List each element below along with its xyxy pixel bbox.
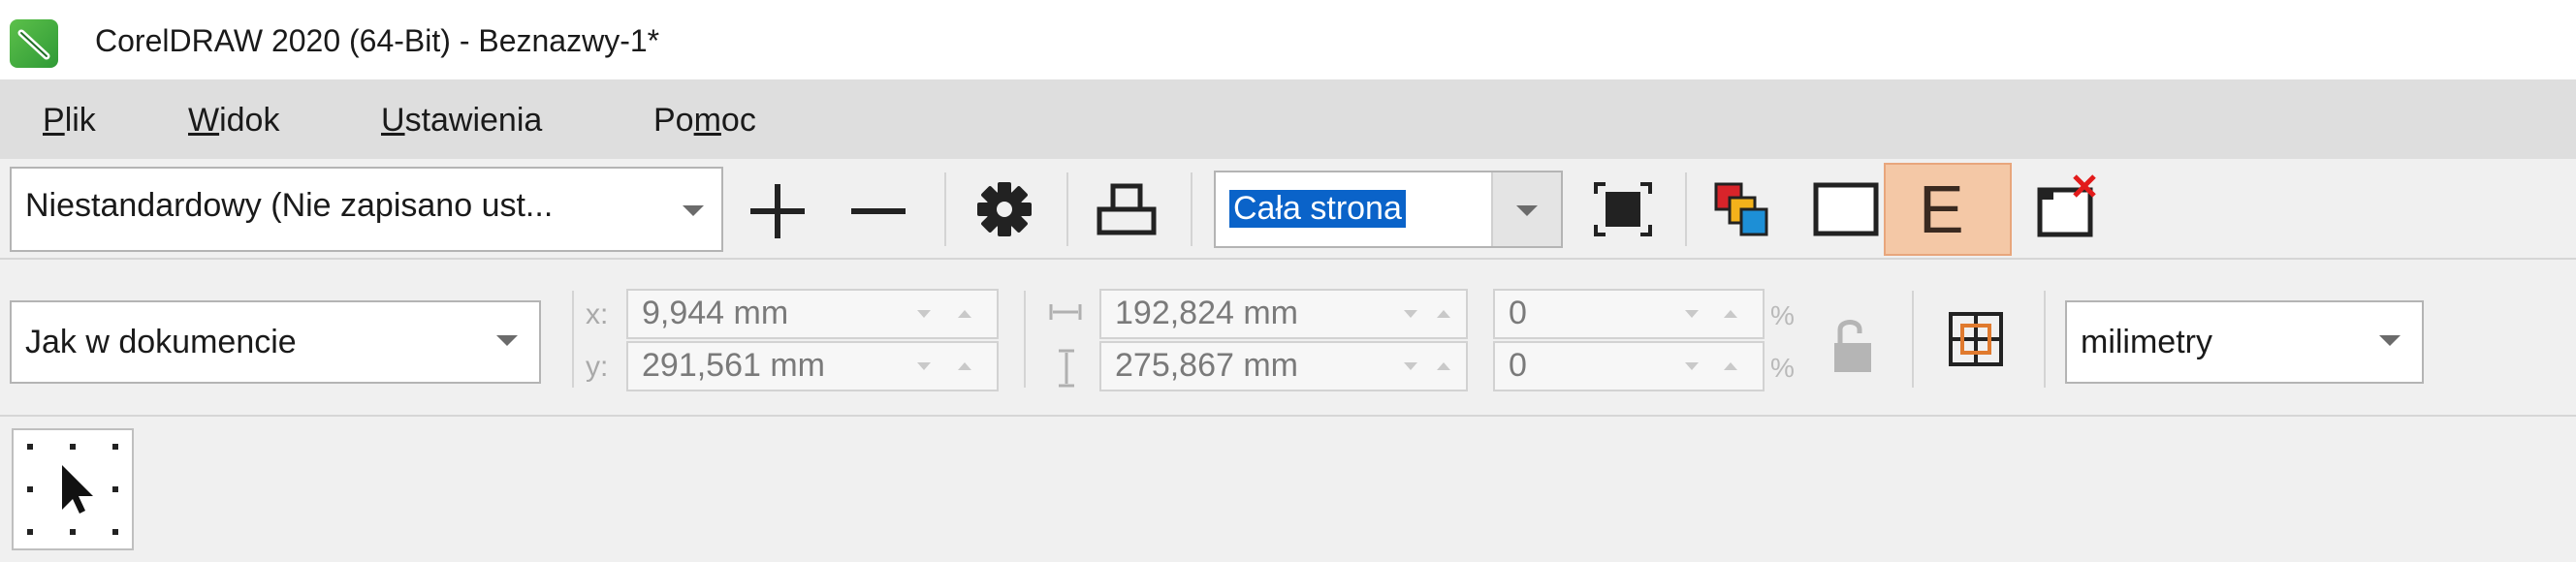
x-position-field[interactable]: 9,944 mm (626, 289, 999, 339)
window-title: CorelDRAW 2020 (64-Bit) - Beznazwy-1* (95, 23, 660, 58)
pick-tool-icon (27, 444, 118, 535)
width-icon (1049, 304, 1082, 320)
percent-label: % (1770, 300, 1795, 330)
spin-down-icon[interactable] (1685, 362, 1699, 370)
preset-dropdown[interactable]: Niestandardowy (Nie zapisano ust... (10, 167, 723, 252)
spin-up-icon[interactable] (958, 310, 971, 318)
spin-up-icon[interactable] (1724, 362, 1737, 370)
spin-down-icon[interactable] (917, 362, 931, 370)
separator (1912, 291, 1914, 388)
gear-icon[interactable] (973, 178, 1035, 240)
units-value: milimetry (2081, 324, 2212, 360)
chevron-down-icon (1516, 205, 1538, 216)
menu-file[interactable]: Plik (43, 99, 96, 141)
x-position-value: 9,944 mm (642, 295, 789, 331)
separator (1191, 172, 1193, 246)
preset-value: Niestandardowy (Nie zapisano ust... (25, 187, 554, 224)
x-label: x: (586, 298, 609, 330)
menu-settings[interactable]: Ustawienia (381, 99, 542, 141)
chevron-down-icon (683, 205, 704, 216)
coreldraw-app-icon (10, 19, 58, 68)
spin-up-icon[interactable] (1724, 310, 1737, 318)
y-position-field[interactable]: 291,561 mm (626, 341, 999, 391)
spin-down-icon[interactable] (917, 310, 931, 318)
minus-icon[interactable] (849, 182, 907, 240)
enable-preview-icon: E (1919, 172, 1964, 247)
width-field[interactable]: 192,824 mm (1099, 289, 1468, 339)
chevron-down-icon (2379, 335, 2401, 346)
y-position-value: 291,561 mm (642, 347, 825, 384)
scale-y-field[interactable]: 0 (1493, 341, 1765, 391)
plus-icon[interactable] (748, 182, 807, 240)
separator (2044, 291, 2046, 388)
print-preview-toolbar: Niestandardowy (Nie zapisano ust... Cała… (0, 159, 2576, 260)
spin-down-icon[interactable] (1685, 310, 1699, 318)
pick-tool-button[interactable] (12, 428, 134, 550)
title-bar: CorelDRAW 2020 (64-Bit) - Beznazwy-1* (0, 0, 2576, 79)
chevron-down-icon (496, 335, 518, 346)
enable-preview-button[interactable]: E (1884, 163, 2012, 256)
zoom-dropdown[interactable]: Cała strona (1214, 171, 1563, 248)
spin-down-icon[interactable] (1404, 362, 1417, 370)
height-value: 275,867 mm (1115, 347, 1298, 384)
separator (1066, 172, 1068, 246)
scale-x-field[interactable]: 0 (1493, 289, 1765, 339)
width-value: 192,824 mm (1115, 295, 1298, 331)
height-icon (1059, 349, 1074, 388)
separator (1024, 291, 1026, 388)
page-mode-value: Jak w dokumencie (25, 324, 297, 360)
fit-page-icon[interactable] (1592, 180, 1654, 238)
page-mode-dropdown[interactable]: Jak w dokumencie (10, 300, 541, 384)
lock-icon[interactable] (1830, 316, 1875, 374)
height-field[interactable]: 275,867 mm (1099, 341, 1468, 391)
units-dropdown[interactable]: milimetry (2065, 300, 2424, 384)
spin-up-icon[interactable] (1437, 362, 1450, 370)
percent-label: % (1770, 353, 1795, 383)
spin-down-icon[interactable] (1404, 310, 1417, 318)
scale-y-value: 0 (1509, 347, 1527, 384)
toolbox (0, 419, 2576, 562)
close-preview-icon[interactable] (2036, 172, 2106, 240)
spin-up-icon[interactable] (1437, 310, 1450, 318)
tile-icon[interactable] (1945, 308, 2007, 370)
full-screen-preview-icon[interactable] (1813, 182, 1879, 236)
menu-view[interactable]: Widok (188, 99, 279, 141)
separator (1685, 172, 1687, 246)
menu-help[interactable]: Pomoc (653, 99, 756, 141)
scale-x-value: 0 (1509, 295, 1527, 331)
spin-up-icon[interactable] (958, 362, 971, 370)
separator (572, 291, 574, 388)
color-preview-icon[interactable] (1710, 180, 1772, 238)
y-label: y: (586, 351, 609, 383)
zoom-value: Cała strona (1229, 190, 1406, 228)
print-icon[interactable] (1096, 180, 1158, 238)
menu-bar: Plik Widok Ustawienia Pomoc (0, 79, 2576, 159)
property-bar: Jak w dokumencie x: y: 9,944 mm 291,561 … (0, 262, 2576, 417)
separator (944, 172, 946, 246)
